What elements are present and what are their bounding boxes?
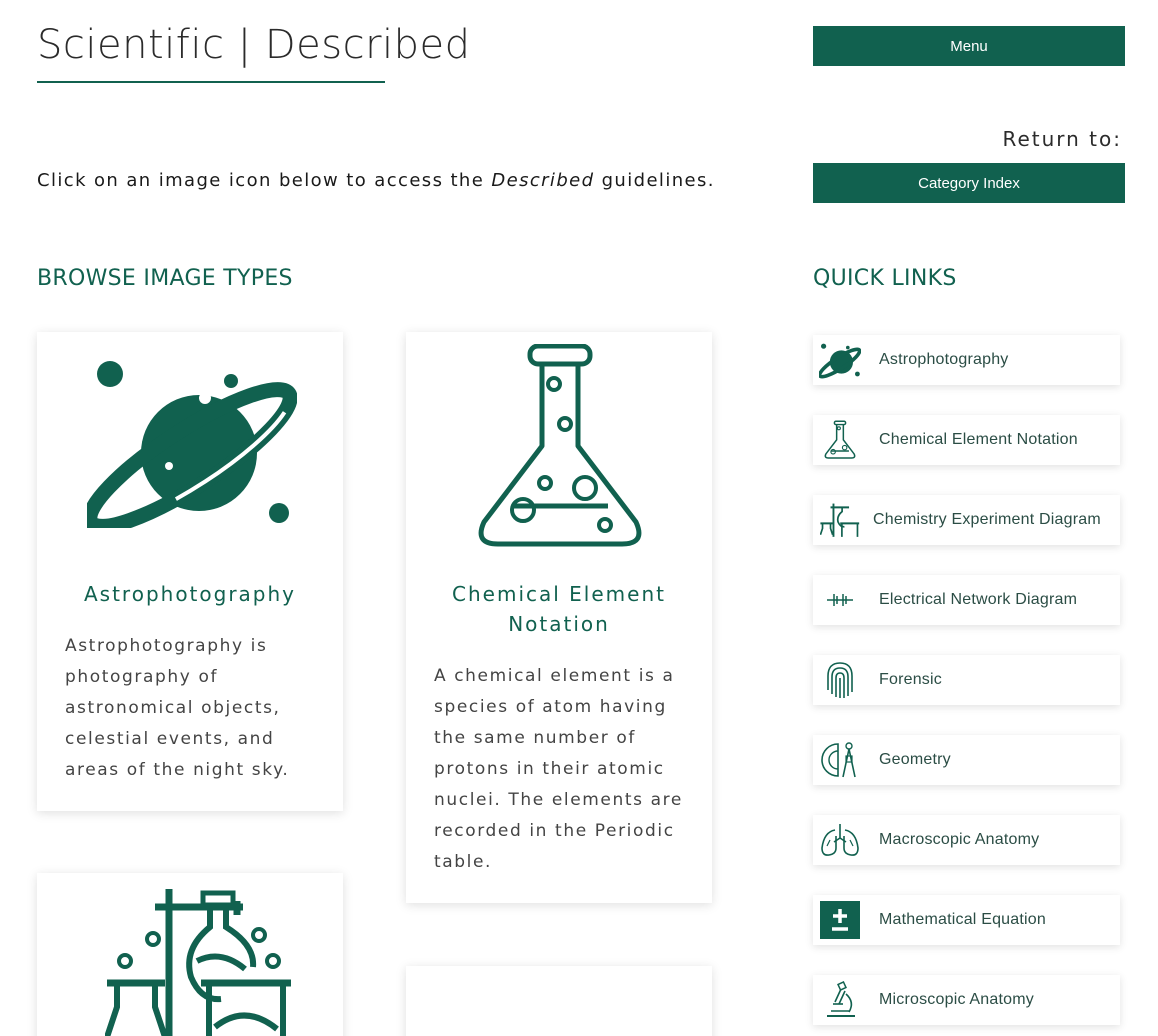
quick-link-label[interactable]: Geometry: [879, 751, 951, 769]
card-description: A chemical element is a species of atom …: [434, 666, 683, 872]
quick-link-label[interactable]: Microscopic Anatomy: [879, 991, 1034, 1009]
card-astrophotography[interactable]: Astrophotography Astrophotography is pho…: [37, 332, 343, 811]
quick-link-astrophotography[interactable]: Astrophotography: [813, 335, 1120, 385]
card-title[interactable]: Chemical Element Notation: [406, 579, 712, 639]
quick-link-electrical-network-diagram[interactable]: Electrical Network Diagram: [813, 575, 1120, 625]
quick-link-label[interactable]: Mathematical Equation: [879, 911, 1046, 929]
quick-link-label[interactable]: Astrophotography: [879, 351, 1009, 369]
plus-minus-icon: [813, 895, 867, 945]
title-underline: [37, 81, 385, 83]
card-chemical-element-notation[interactable]: Chemical Element Notation A chemical ele…: [406, 332, 712, 903]
category-index-button[interactable]: Category Index: [813, 163, 1125, 203]
quick-link-macroscopic-anatomy[interactable]: Macroscopic Anatomy: [813, 815, 1120, 865]
flask-icon: [813, 415, 867, 465]
intro-text: Click on an image icon below to access t…: [37, 170, 715, 191]
quick-link-geometry[interactable]: Geometry: [813, 735, 1120, 785]
card-partial[interactable]: [406, 966, 712, 1036]
quick-links-heading: QUICK LINKS: [813, 266, 957, 291]
quick-link-label[interactable]: Electrical Network Diagram: [879, 591, 1077, 609]
card-title[interactable]: Astrophotography: [37, 579, 343, 609]
quick-link-microscopic-anatomy[interactable]: Microscopic Anatomy: [813, 975, 1120, 1025]
page-title: Scientific | Described: [37, 22, 471, 68]
quick-link-label[interactable]: Forensic: [879, 671, 942, 689]
quick-link-mathematical-equation[interactable]: Mathematical Equation: [813, 895, 1120, 945]
card-chemistry-experiment[interactable]: [37, 873, 343, 1036]
microscope-icon: [813, 975, 867, 1025]
lab-equipment-icon[interactable]: [105, 887, 295, 1036]
card-description: Astrophotography is photography of astro…: [65, 636, 290, 780]
quick-link-chemical-element-notation[interactable]: Chemical Element Notation: [813, 415, 1120, 465]
quick-link-label[interactable]: Chemistry Experiment Diagram: [873, 511, 1101, 529]
quick-link-label[interactable]: Chemical Element Notation: [879, 431, 1078, 449]
lab-equipment-icon: [813, 495, 867, 545]
planet-icon[interactable]: [87, 358, 297, 528]
planet-icon: [813, 335, 867, 385]
fingerprint-icon: [813, 655, 867, 705]
quick-link-chemistry-experiment-diagram[interactable]: Chemistry Experiment Diagram: [813, 495, 1120, 545]
intro-text-start: Click on an image icon below to access t…: [37, 170, 492, 191]
intro-text-end: guidelines.: [594, 170, 715, 191]
compass-protractor-icon: [813, 735, 867, 785]
quick-link-label[interactable]: Macroscopic Anatomy: [879, 831, 1039, 849]
return-to-label: Return to:: [1002, 127, 1122, 151]
lungs-icon: [813, 815, 867, 865]
quick-link-forensic[interactable]: Forensic: [813, 655, 1120, 705]
browse-image-types-heading: BROWSE IMAGE TYPES: [37, 266, 293, 291]
flask-icon[interactable]: [474, 344, 646, 550]
circuit-icon: [813, 575, 867, 625]
intro-text-emphasis: Described: [491, 170, 595, 191]
menu-button[interactable]: Menu: [813, 26, 1125, 66]
